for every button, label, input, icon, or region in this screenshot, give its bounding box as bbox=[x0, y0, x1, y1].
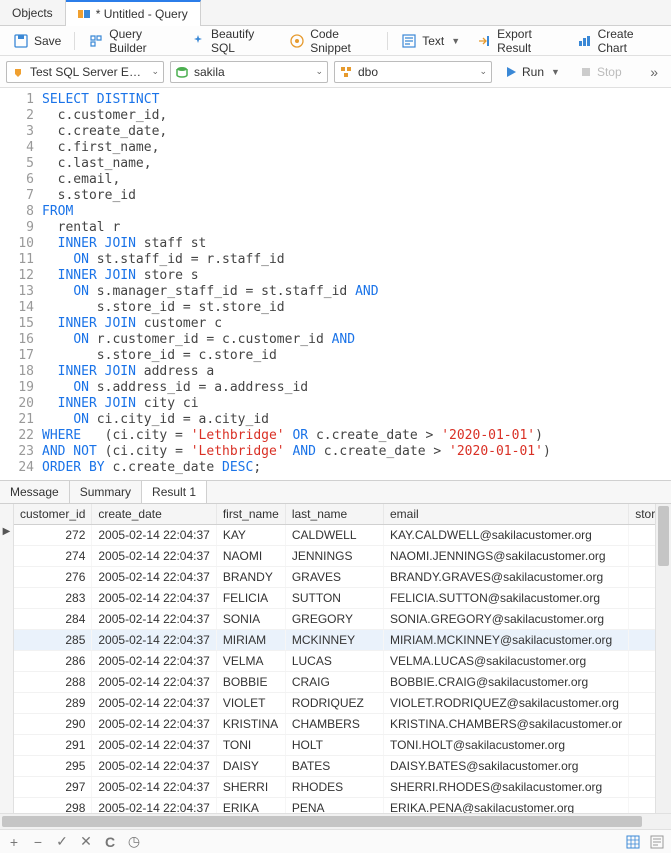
column-header[interactable]: customer_id bbox=[14, 504, 92, 525]
code-icon bbox=[289, 33, 305, 49]
text-icon bbox=[401, 33, 417, 49]
chevron-down-icon: ⌄ bbox=[151, 66, 159, 77]
query-builder-button[interactable]: Query Builder bbox=[81, 24, 181, 58]
tab-message[interactable]: Message bbox=[0, 481, 70, 503]
apply-button[interactable]: ✓ bbox=[54, 834, 70, 850]
sparkle-icon bbox=[190, 33, 206, 49]
main-toolbar: Save Query Builder Beautify SQL Code Sni… bbox=[0, 26, 671, 56]
column-header[interactable]: last_name bbox=[285, 504, 383, 525]
add-row-button[interactable]: + bbox=[6, 834, 22, 850]
column-header[interactable]: store_id bbox=[629, 504, 655, 525]
table-row[interactable]: 2882005-02-14 22:04:37BOBBIECRAIGBOBBIE.… bbox=[14, 672, 655, 693]
grid-footer: + − ✓ ✕ C ◷ bbox=[0, 829, 671, 853]
stop-icon bbox=[580, 66, 592, 78]
snippet-button[interactable]: Code Snippet bbox=[282, 24, 381, 58]
result-grid-wrap: ▶ customer_idcreate_datefirst_namelast_n… bbox=[0, 504, 671, 813]
save-icon bbox=[13, 33, 29, 49]
code-area[interactable]: SELECT DISTINCT c.customer_id, c.create_… bbox=[42, 92, 671, 476]
tab-result1[interactable]: Result 1 bbox=[142, 481, 207, 503]
row-indicator-gutter: ▶ bbox=[0, 504, 14, 813]
table-row[interactable]: 2742005-02-14 22:04:37NAOMIJENNINGSNAOMI… bbox=[14, 546, 655, 567]
separator bbox=[74, 32, 75, 50]
qb-icon bbox=[88, 33, 104, 49]
table-row[interactable]: 2842005-02-14 22:04:37SONIAGREGORYSONIA.… bbox=[14, 609, 655, 630]
sql-editor[interactable]: 123456789101112131415161718192021222324 … bbox=[0, 88, 671, 480]
export-button[interactable]: Export Result bbox=[469, 24, 567, 58]
history-button[interactable]: ◷ bbox=[126, 834, 142, 850]
result-grid[interactable]: customer_idcreate_datefirst_namelast_nam… bbox=[14, 504, 655, 813]
table-row[interactable]: 2852005-02-14 22:04:37MIRIAMMCKINNEYMIRI… bbox=[14, 630, 655, 651]
column-header[interactable]: email bbox=[383, 504, 628, 525]
play-icon bbox=[505, 66, 517, 78]
table-row[interactable]: 2912005-02-14 22:04:37TONIHOLTTONI.HOLT@… bbox=[14, 735, 655, 756]
overflow-button[interactable]: » bbox=[643, 61, 665, 83]
vertical-scrollbar[interactable] bbox=[655, 504, 671, 813]
scroll-thumb[interactable] bbox=[2, 816, 642, 827]
result-tabs: Message Summary Result 1 bbox=[0, 480, 671, 504]
table-row[interactable]: 2762005-02-14 22:04:37BRANDYGRAVESBRANDY… bbox=[14, 567, 655, 588]
horizontal-scrollbar[interactable] bbox=[0, 813, 671, 829]
column-header[interactable]: create_date bbox=[92, 504, 216, 525]
table-row[interactable]: 2832005-02-14 22:04:37FELICIASUTTONFELIC… bbox=[14, 588, 655, 609]
save-button[interactable]: Save bbox=[6, 30, 68, 52]
plug-icon bbox=[11, 65, 25, 79]
grid-view-button[interactable] bbox=[625, 834, 641, 850]
column-header[interactable]: first_name bbox=[216, 504, 285, 525]
connection-combo[interactable]: Test SQL Server Expres ⌄ bbox=[6, 61, 164, 83]
table-row[interactable]: 2722005-02-14 22:04:37KAYCALDWELLKAY.CAL… bbox=[14, 525, 655, 546]
refresh-button[interactable]: C bbox=[102, 834, 118, 850]
chevron-down-icon: ▼ bbox=[551, 67, 560, 77]
file-tabs: Objects * Untitled - Query bbox=[0, 0, 671, 26]
table-row[interactable]: 2892005-02-14 22:04:37VIOLETRODRIQUEZVIO… bbox=[14, 693, 655, 714]
chart-button[interactable]: Create Chart bbox=[570, 24, 665, 58]
database-combo[interactable]: sakila ⌄ bbox=[170, 61, 328, 83]
scroll-thumb[interactable] bbox=[658, 506, 669, 566]
schema-combo[interactable]: dbo ⌄ bbox=[334, 61, 492, 83]
table-row[interactable]: 2972005-02-14 22:04:37SHERRIRHODESSHERRI… bbox=[14, 777, 655, 798]
table-row[interactable]: 2952005-02-14 22:04:37DAISYBATESDAISY.BA… bbox=[14, 756, 655, 777]
schema-icon bbox=[339, 65, 353, 79]
cancel-button[interactable]: ✕ bbox=[78, 834, 94, 850]
line-gutter: 123456789101112131415161718192021222324 bbox=[0, 92, 42, 476]
separator bbox=[387, 32, 388, 50]
form-view-button[interactable] bbox=[649, 834, 665, 850]
database-icon bbox=[175, 65, 189, 79]
tab-summary[interactable]: Summary bbox=[70, 481, 142, 503]
table-row[interactable]: 2982005-02-14 22:04:37ERIKAPENAERIKA.PEN… bbox=[14, 798, 655, 814]
connection-row: Test SQL Server Expres ⌄ sakila ⌄ dbo ⌄ … bbox=[0, 56, 671, 88]
chart-icon bbox=[577, 33, 593, 49]
query-icon bbox=[78, 8, 90, 20]
chevron-down-icon: ▼ bbox=[451, 36, 460, 46]
tab-objects[interactable]: Objects bbox=[0, 0, 66, 25]
table-row[interactable]: 2862005-02-14 22:04:37VELMALUCASVELMA.LU… bbox=[14, 651, 655, 672]
chevron-down-icon: ⌄ bbox=[315, 66, 323, 77]
table-row[interactable]: 2902005-02-14 22:04:37KRISTINACHAMBERSKR… bbox=[14, 714, 655, 735]
chevron-down-icon: ⌄ bbox=[479, 66, 487, 77]
export-icon bbox=[476, 33, 492, 49]
text-button[interactable]: Text ▼ bbox=[394, 30, 467, 52]
tab-query[interactable]: * Untitled - Query bbox=[66, 0, 201, 26]
tab-label: * Untitled - Query bbox=[96, 7, 188, 21]
tab-label: Objects bbox=[12, 6, 53, 20]
delete-row-button[interactable]: − bbox=[30, 834, 46, 850]
stop-button[interactable]: Stop bbox=[573, 62, 629, 82]
run-button[interactable]: Run ▼ bbox=[498, 62, 567, 82]
beautify-button[interactable]: Beautify SQL bbox=[183, 24, 280, 58]
